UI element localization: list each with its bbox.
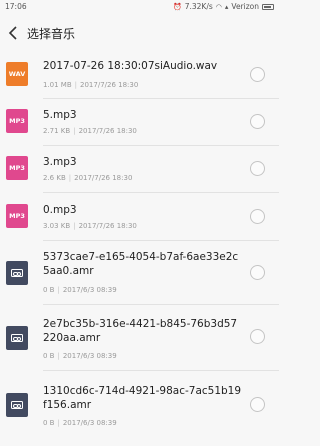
file-size: 0 B — [43, 286, 55, 294]
list-item[interactable]: MP3 0.mp3 3.03 KB | 2017/7/26 18:30 — [0, 193, 279, 241]
file-name: 5373cae7-e165-4054-b7af-6ae33e2c5aa0.amr — [43, 251, 239, 277]
file-list: WAV 2017-07-26 18:30:07siAudio.wav 1.01 … — [0, 52, 279, 446]
network-speed: 7.32K/s — [184, 2, 213, 11]
cassette-icon — [11, 401, 23, 409]
meta-separator: | — [57, 286, 60, 294]
carrier-name: Verizon — [231, 2, 259, 11]
select-radio[interactable] — [250, 397, 265, 412]
file-name: 3.mp3 — [43, 156, 77, 168]
list-item[interactable]: MP3 3.mp3 2.6 KB | 2017/7/26 18:30 — [0, 146, 279, 193]
select-radio[interactable] — [250, 329, 265, 344]
list-item[interactable]: 1310cd6c-714d-4921-98ac-7ac51b19f156.amr… — [0, 371, 279, 446]
file-date: 2017/7/26 18:30 — [78, 127, 137, 135]
meta-separator: | — [57, 352, 60, 360]
meta-separator: | — [57, 419, 60, 427]
mp3-file-icon: MP3 — [6, 109, 28, 133]
cassette-icon — [11, 269, 23, 277]
file-name: 1310cd6c-714d-4921-98ac-7ac51b19f156.amr — [43, 385, 242, 411]
file-name: 0.mp3 — [43, 204, 77, 216]
select-radio[interactable] — [250, 114, 265, 129]
cassette-icon — [11, 334, 23, 342]
file-date: 2017/7/26 18:30 — [74, 174, 133, 182]
meta-separator: | — [68, 174, 72, 182]
file-date: 2017/6/3 08:39 — [62, 352, 117, 360]
file-size: 2.6 KB — [43, 174, 66, 182]
list-item[interactable]: 5373cae7-e165-4054-b7af-6ae33e2c5aa0.amr… — [0, 241, 279, 305]
chevron-left-icon[interactable] — [6, 23, 22, 43]
file-date: 2017/7/26 18:30 — [78, 222, 137, 230]
file-name: 2e7bc35b-316e-4421-b845-76b3d57220aa.amr — [43, 318, 238, 344]
file-size: 2.71 KB — [43, 127, 71, 135]
file-meta: 0 B | 2017/6/3 08:39 — [43, 419, 117, 427]
file-size: 1.01 MB — [43, 81, 72, 89]
signal-icon: ▴ — [224, 2, 229, 11]
status-bar: 17:06 ⏰ 7.32K/s ◠ ▴ Verizon — [0, 0, 279, 14]
select-radio[interactable] — [250, 209, 265, 224]
meta-separator: | — [73, 222, 76, 230]
file-meta: 0 B | 2017/6/3 08:39 — [43, 352, 117, 360]
list-item[interactable]: WAV 2017-07-26 18:30:07siAudio.wav 1.01 … — [0, 52, 279, 99]
wav-file-icon: WAV — [6, 62, 28, 86]
amr-file-icon — [6, 326, 28, 350]
file-name: 2017-07-26 18:30:07siAudio.wav — [43, 60, 218, 72]
alarm-icon: ⏰ — [172, 2, 182, 11]
file-date: 2017/6/3 08:39 — [62, 286, 117, 294]
file-meta: 3.03 KB | 2017/7/26 18:30 — [43, 222, 137, 230]
file-meta: 2.71 KB | 2017/7/26 18:30 — [43, 127, 137, 135]
header: 选择音乐 — [0, 14, 279, 52]
file-name: 5.mp3 — [43, 109, 77, 121]
status-icons: ⏰ 7.32K/s ◠ ▴ Verizon — [173, 2, 274, 11]
status-time: 17:06 — [5, 2, 27, 11]
wifi-icon: ◠ — [215, 2, 222, 11]
file-size: 0 B — [43, 419, 55, 427]
file-size: 0 B — [43, 352, 55, 360]
file-meta: 0 B | 2017/6/3 08:39 — [43, 286, 117, 294]
list-item[interactable]: MP3 5.mp3 2.71 KB | 2017/7/26 18:30 — [0, 99, 279, 146]
amr-file-icon — [6, 261, 28, 285]
battery-icon — [262, 3, 274, 10]
meta-separator: | — [73, 127, 76, 135]
select-radio[interactable] — [250, 67, 265, 82]
file-meta: 2.6 KB | 2017/7/26 18:30 — [43, 174, 132, 182]
select-radio[interactable] — [250, 161, 265, 176]
file-date: 2017/6/3 08:39 — [62, 419, 117, 427]
amr-file-icon — [6, 393, 28, 417]
mp3-file-icon: MP3 — [6, 204, 28, 228]
list-item[interactable]: 2e7bc35b-316e-4421-b845-76b3d57220aa.amr… — [0, 305, 279, 371]
file-meta: 1.01 MB | 2017/7/26 18:30 — [43, 81, 138, 89]
file-date: 2017/7/26 18:30 — [80, 81, 139, 89]
mp3-file-icon: MP3 — [6, 156, 28, 180]
select-radio[interactable] — [250, 265, 265, 280]
page-title: 选择音乐 — [27, 27, 76, 41]
meta-separator: | — [74, 81, 78, 89]
file-size: 3.03 KB — [43, 222, 71, 230]
